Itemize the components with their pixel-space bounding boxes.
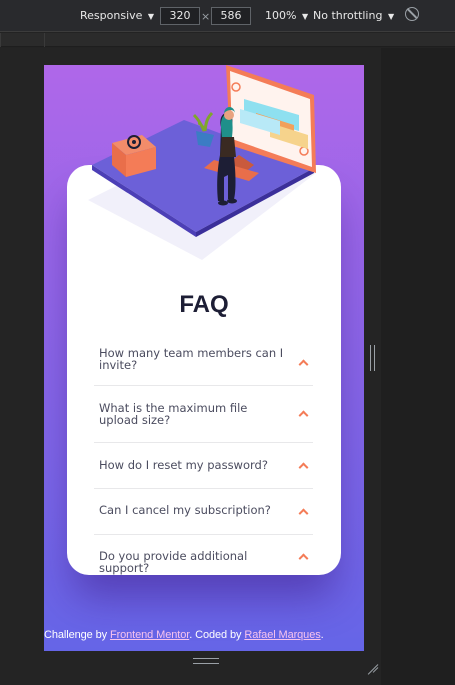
attribution-text: Challenge by bbox=[44, 629, 110, 641]
zoom-label: 100% bbox=[265, 9, 297, 22]
faq-list: How many team members can I invite? What… bbox=[94, 340, 313, 579]
chevron-down-icon: ▼ bbox=[301, 12, 309, 21]
faq-item-reset-password[interactable]: How do I reset my password? bbox=[94, 443, 313, 489]
frontend-mentor-link[interactable]: Frontend Mentor bbox=[110, 629, 189, 641]
chevron-up-icon bbox=[298, 553, 309, 564]
attribution-text: . bbox=[320, 629, 324, 641]
height-input[interactable]: 586 bbox=[211, 7, 251, 25]
zoom-dropdown[interactable]: 100% ▼ bbox=[265, 9, 308, 22]
device-viewport: FAQ How many team members can I invite? … bbox=[44, 65, 364, 651]
faq-question: How many team members can I invite? bbox=[99, 346, 284, 372]
author-link[interactable]: Rafael Marques bbox=[244, 629, 320, 641]
devtools-gutter bbox=[381, 48, 455, 685]
width-input[interactable]: 320 bbox=[160, 7, 200, 25]
resize-handle-bottom[interactable] bbox=[193, 658, 219, 664]
throttling-label: No throttling bbox=[313, 9, 383, 22]
resize-handle-corner[interactable] bbox=[366, 653, 378, 665]
chevron-down-icon: ▼ bbox=[387, 12, 395, 21]
faq-question: How do I reset my password? bbox=[99, 458, 268, 472]
media-query-ruler[interactable] bbox=[0, 33, 455, 47]
faq-item-file-upload[interactable]: What is the maximum file upload size? bbox=[94, 386, 313, 443]
faq-item-team-members[interactable]: How many team members can I invite? bbox=[94, 340, 313, 386]
ruler-segment bbox=[44, 33, 364, 47]
faq-question: Can I cancel my subscription? bbox=[99, 503, 271, 517]
rotate-icon[interactable] bbox=[405, 7, 419, 21]
device-mode-dropdown[interactable]: Responsive ▼ bbox=[80, 9, 154, 22]
chevron-up-icon bbox=[298, 410, 309, 421]
chevron-down-icon: ▼ bbox=[147, 12, 155, 21]
faq-item-cancel-subscription[interactable]: Can I cancel my subscription? bbox=[94, 489, 313, 535]
chevron-up-icon bbox=[298, 461, 309, 472]
dimension-separator: × bbox=[201, 10, 211, 23]
chevron-up-icon bbox=[298, 507, 309, 518]
attribution: Challenge by Frontend Mentor. Coded by R… bbox=[44, 629, 364, 641]
woman-at-computer-illustration bbox=[88, 65, 316, 260]
device-mode-label: Responsive bbox=[80, 9, 143, 22]
devtools-device-toolbar: Responsive ▼ 320 × 586 100% ▼ No throttl… bbox=[0, 0, 455, 32]
resize-handle-right[interactable] bbox=[370, 345, 375, 371]
throttling-dropdown[interactable]: No throttling ▼ bbox=[313, 9, 394, 22]
faq-item-additional-support[interactable]: Do you provide additional support? bbox=[94, 535, 313, 579]
page-title: FAQ bbox=[179, 291, 229, 318]
faq-question: Do you provide additional support? bbox=[99, 549, 248, 575]
chevron-up-icon bbox=[298, 358, 309, 369]
faq-question: What is the maximum file upload size? bbox=[99, 401, 248, 427]
attribution-text: . Coded by bbox=[189, 629, 245, 641]
